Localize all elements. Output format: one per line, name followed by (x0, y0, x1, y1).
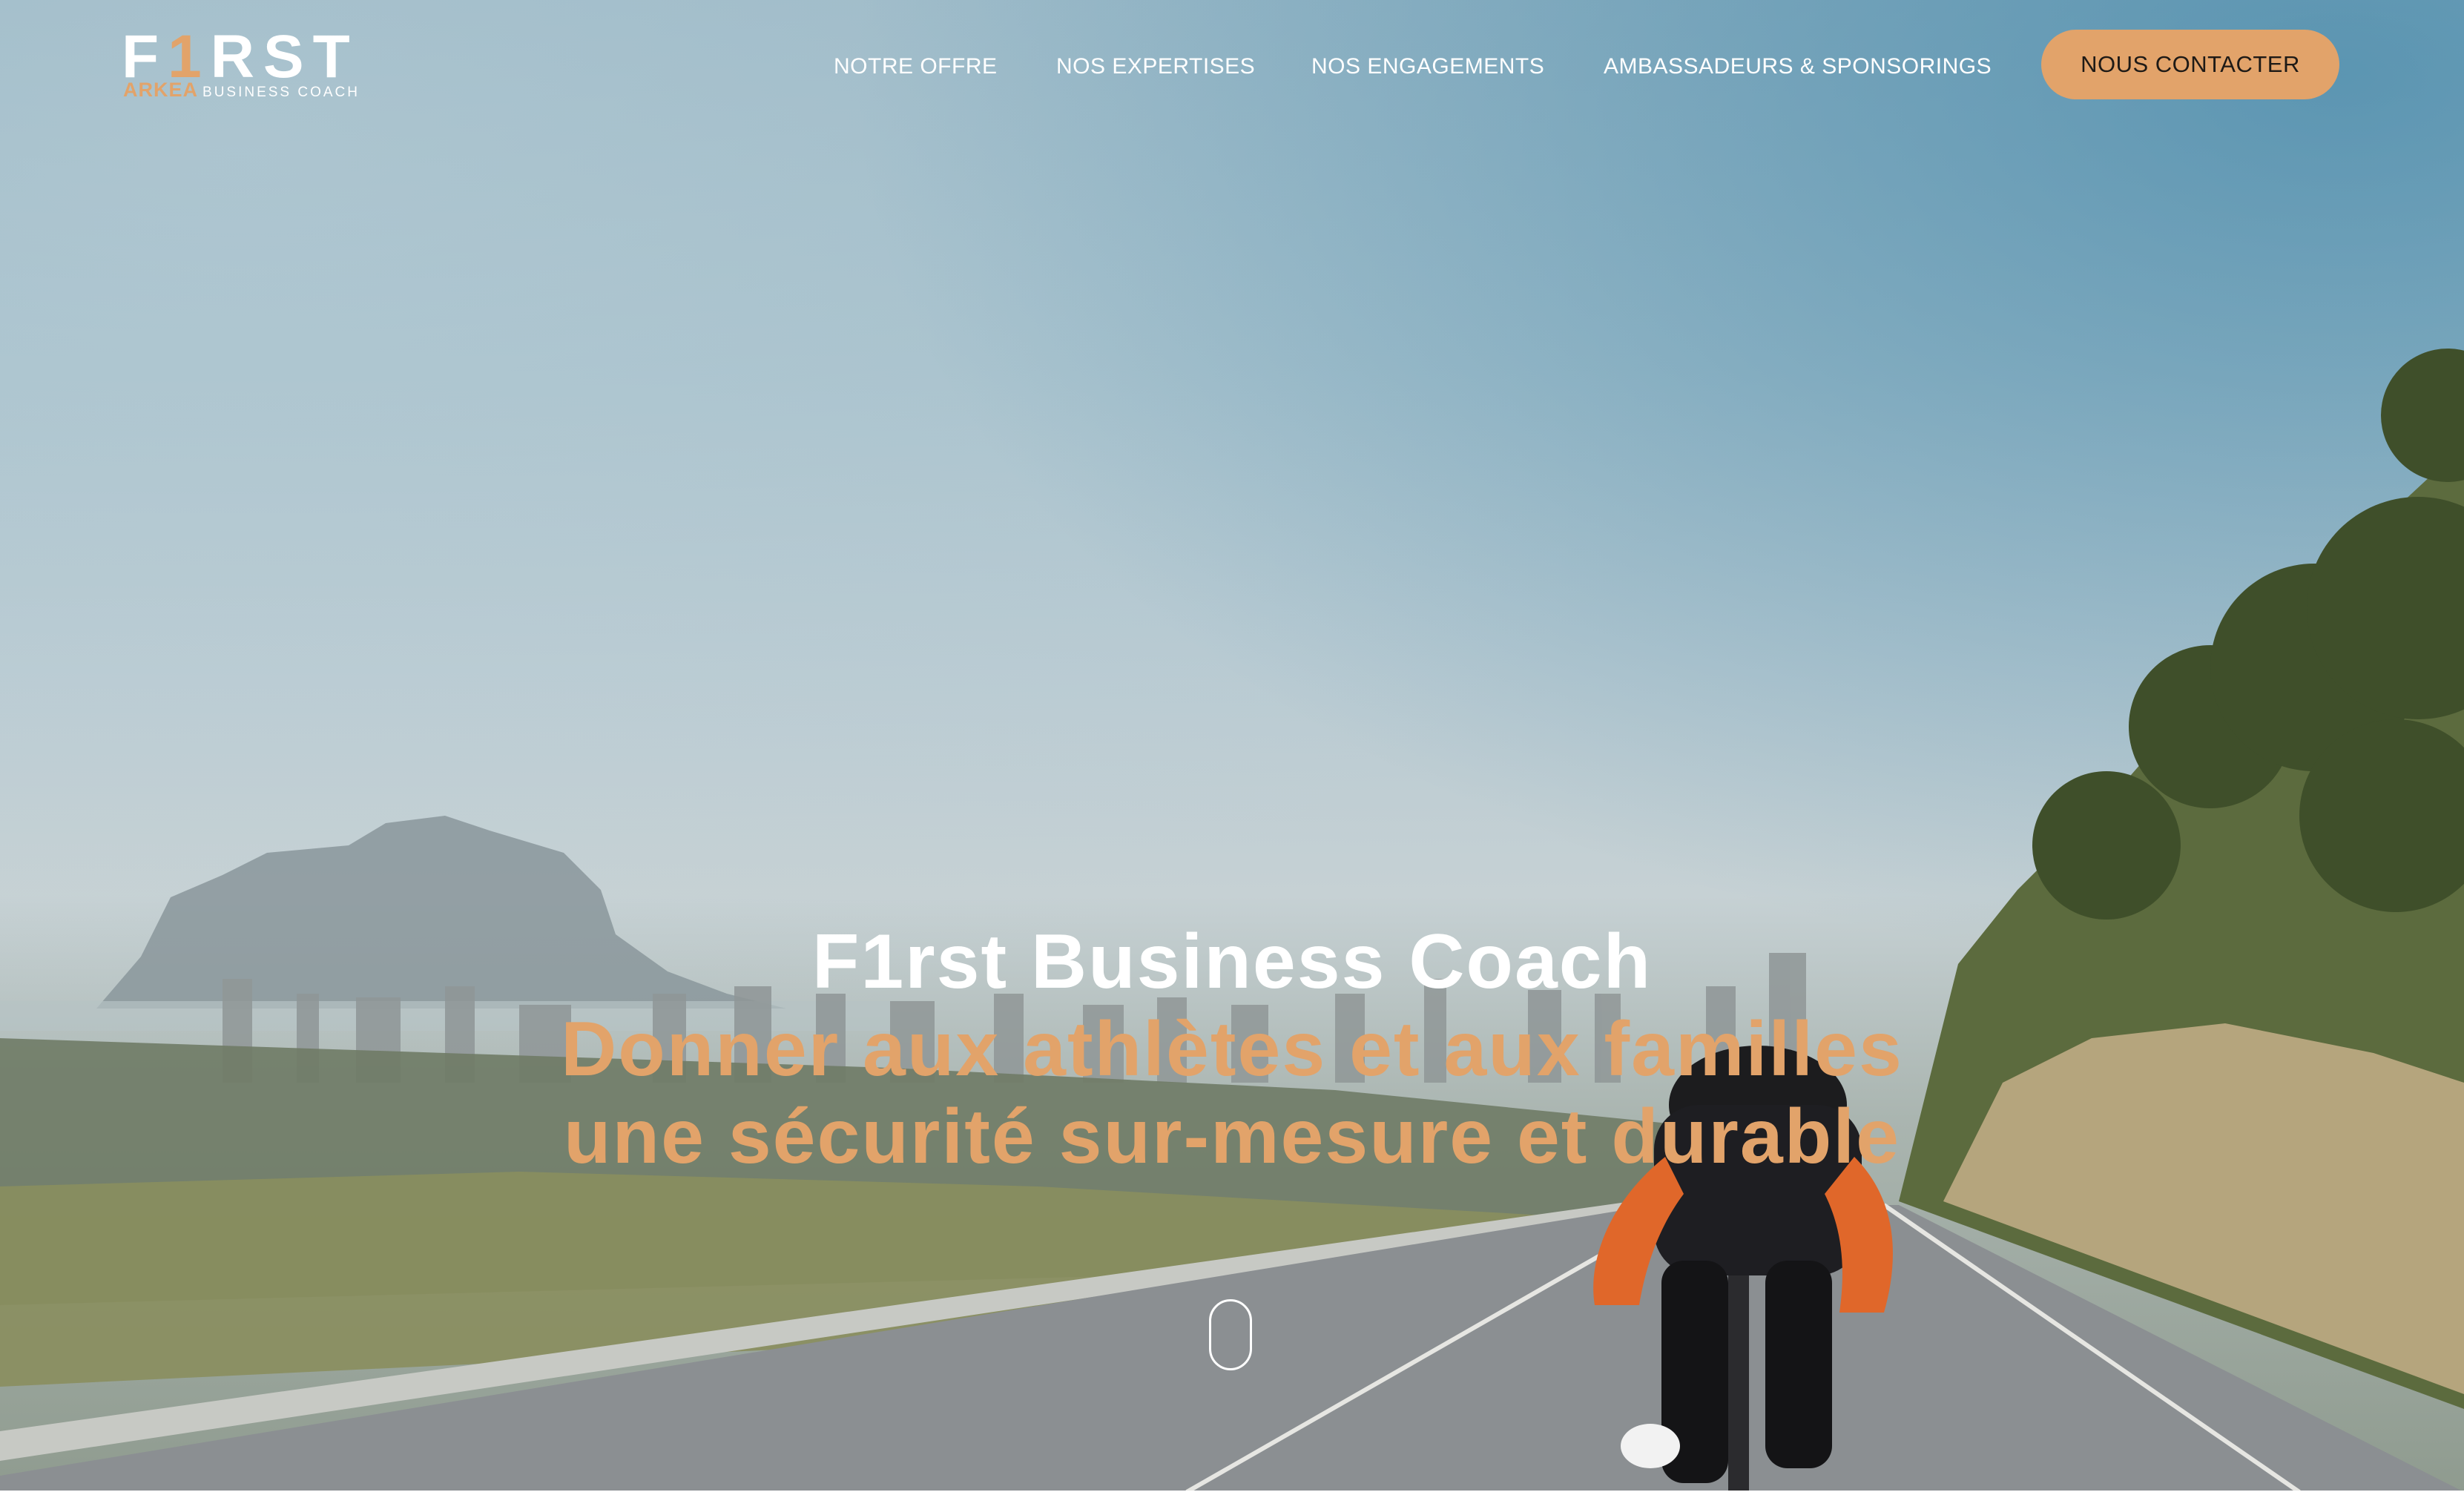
nav-item-nos-engagements[interactable]: NOS ENGAGEMENTS (1311, 52, 1544, 82)
hero-headline: F1rst Business Coach Donner aux athlètes… (0, 918, 2464, 1181)
mouse-scroll-icon[interactable] (1209, 1299, 1252, 1370)
logo-business-coach: BUSINESS COACH (202, 85, 360, 100)
hero-tagline-line2: une sécurité sur-mesure et durable (564, 1094, 1900, 1180)
hero-title: F1rst Business Coach (811, 919, 1653, 1005)
nav-item-ambassadeurs-sponsorings[interactable]: AMBASSADEURS & SPONSORINGS (1604, 52, 1992, 82)
contact-button[interactable]: NOUS CONTACTER (2041, 30, 2339, 99)
nav-item-notre-offre[interactable]: NOTRE OFFRE (834, 52, 998, 82)
site-header: F1RST ARKEA BUSINESS COACH NOTRE OFFRE NO… (0, 0, 2464, 133)
brand-logo[interactable]: F1RST ARKEA BUSINESS COACH (122, 27, 358, 104)
hero-tagline-line1: Donner aux athlètes et aux familles (561, 1006, 1903, 1092)
nav-item-nos-expertises[interactable]: NOS EXPERTISES (1056, 52, 1255, 82)
hero-background-photo (0, 349, 2464, 1492)
logo-arkea: ARKEA (123, 79, 199, 101)
logo-subline: ARKEA BUSINESS COACH (123, 79, 360, 105)
hero-section: F1RST ARKEA BUSINESS COACH NOTRE OFFRE NO… (0, 0, 2464, 1492)
